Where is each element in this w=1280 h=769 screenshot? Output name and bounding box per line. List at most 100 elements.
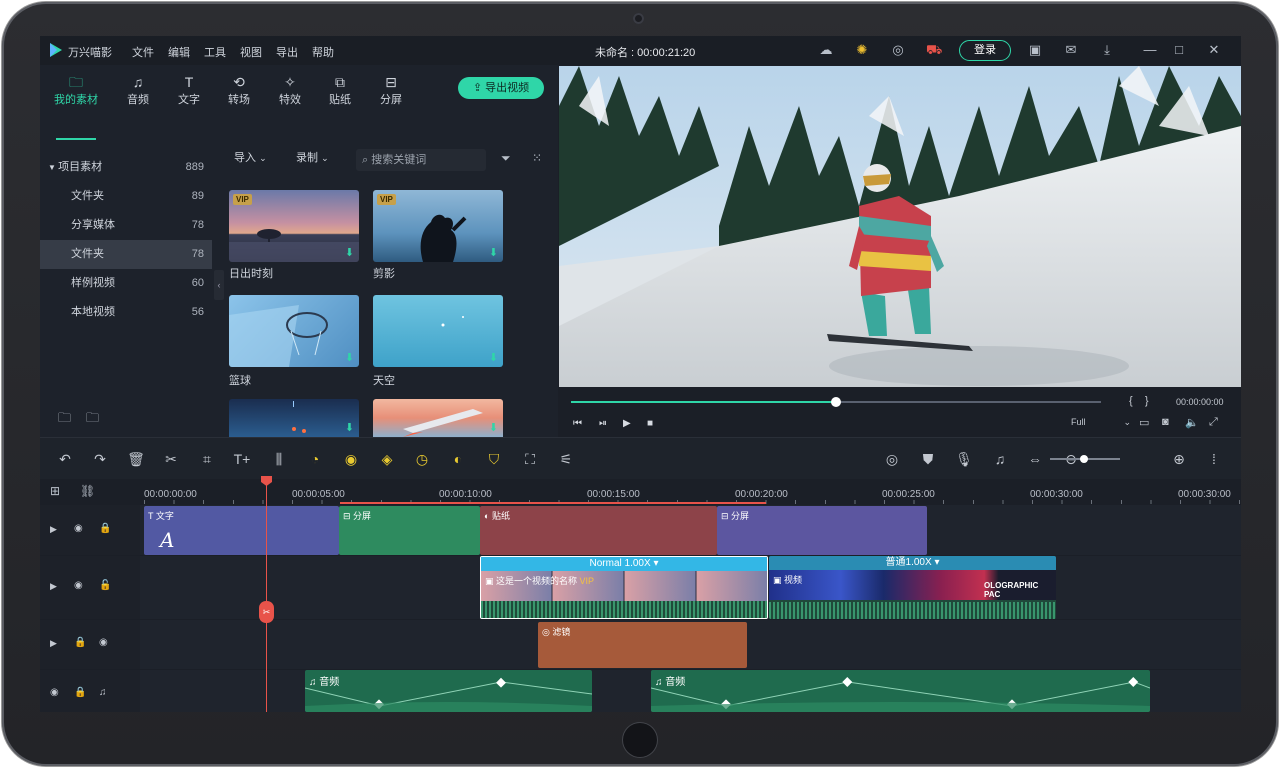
snapshot-icon[interactable]: ◙ — [1162, 416, 1169, 428]
collapse-panel-icon[interactable]: ‹ — [214, 270, 224, 300]
download-icon[interactable]: ⬇ — [489, 421, 498, 434]
media-thumb-sky[interactable]: ⬇ — [373, 295, 503, 367]
keyframe-icon[interactable]: ◈ — [378, 450, 396, 468]
track-video-icon[interactable]: ▶ — [50, 524, 57, 535]
export-video-button[interactable]: ⇪ 导出视频 — [458, 77, 544, 99]
audio-clip-1[interactable]: ♫ 音频 — [305, 670, 592, 712]
fullscreen-icon[interactable]: ⤢ — [1209, 416, 1218, 429]
mail-icon[interactable]: ✉ — [1063, 42, 1079, 58]
fit-timeline-icon[interactable]: ⇔ — [1026, 450, 1044, 468]
bulb-icon[interactable]: ✺ — [854, 42, 870, 58]
zoom-handle[interactable] — [1080, 455, 1088, 463]
download-icon[interactable]: ⤓ — [1099, 42, 1115, 58]
zoom-slider[interactable] — [1050, 455, 1120, 463]
sticker-clip[interactable]: ◐ 贴纸 — [480, 506, 717, 555]
menu-file[interactable]: 文件 — [132, 44, 154, 60]
record-dropdown[interactable]: 录制 ⌄ — [296, 149, 329, 171]
mosaic-icon[interactable]: ⛉ — [485, 450, 503, 468]
track-video-icon[interactable]: ▶ — [50, 638, 57, 649]
green-screen-icon[interactable]: ⛶ — [521, 450, 539, 468]
grid-view-icon[interactable]: ⁙ — [532, 151, 542, 165]
lock-icon[interactable]: 🔒 — [74, 687, 86, 698]
microphone-icon[interactable]: 🎙 — [955, 450, 973, 468]
audio-edit-icon[interactable]: ◉ — [342, 450, 360, 468]
track-music-icon[interactable]: ♫ — [99, 687, 107, 698]
quality-dropdown[interactable]: Full ⌄ — [1071, 417, 1131, 427]
split-scissors-icon[interactable]: ✂ — [259, 601, 274, 623]
speed-icon[interactable]: ◔ — [306, 450, 324, 468]
progress-handle[interactable] — [831, 397, 841, 407]
tree-root[interactable]: ▼ 项目素材 889 — [40, 153, 212, 182]
download-icon[interactable]: ⬇ — [345, 421, 354, 434]
save-icon[interactable]: ▣ — [1027, 42, 1043, 58]
tab-effects[interactable]: ✧ 特效 — [265, 73, 315, 107]
media-thumb-basketball[interactable]: ⬇ — [229, 295, 359, 367]
split-screen-clip-2[interactable]: ⊟ 分屏 — [717, 506, 927, 555]
progress-track[interactable] — [571, 397, 1101, 407]
lock-icon[interactable]: 🔒 — [99, 523, 111, 534]
eye-icon[interactable]: ◉ — [74, 580, 83, 591]
menu-help[interactable]: 帮助 — [312, 44, 334, 60]
tab-stickers[interactable]: ⧉ 贴纸 — [315, 73, 365, 107]
audio-split-icon[interactable]: ⫼ — [270, 450, 288, 468]
media-thumb-ocean[interactable]: ⬇ — [229, 399, 359, 437]
lock-icon[interactable]: 🔓 — [99, 580, 111, 591]
import-folder-icon[interactable]: 🗀 — [86, 409, 99, 431]
filter-clip[interactable]: ◎ 滤镜 — [538, 622, 747, 668]
tab-text[interactable]: T 文字 — [164, 73, 214, 107]
search-input[interactable]: ⌕ 搜索关键词 — [356, 149, 486, 171]
video-clip-1[interactable]: Normal 1.00X ▾ ▣ 这是一个视频的名称 VIP — [480, 556, 768, 619]
eye-icon[interactable]: ◉ — [50, 687, 59, 698]
adjust-icon[interactable]: ⚟ — [557, 450, 575, 468]
prev-frame-icon[interactable]: ⏮ — [573, 418, 582, 429]
track-video-icon[interactable]: ▶ — [50, 581, 57, 592]
play-slow-icon[interactable]: ⏯ — [599, 418, 607, 429]
stop-icon[interactable]: ■ — [647, 418, 653, 429]
video-preview[interactable] — [559, 66, 1241, 387]
download-icon[interactable]: ⬇ — [345, 246, 354, 259]
add-track-icon[interactable]: ⊞ — [50, 484, 60, 498]
menu-view[interactable]: 视图 — [240, 44, 262, 60]
menu-tools[interactable]: 工具 — [204, 44, 226, 60]
marker-icon[interactable]: ⛊ — [919, 450, 937, 468]
video-clip-2[interactable]: 普通1.00X ▾ ▣ 视频 OLOGRAPHIC PAC — [769, 556, 1056, 619]
display-icon[interactable]: ▭ — [1139, 416, 1149, 429]
add-text-icon[interactable]: T+ — [233, 450, 251, 468]
download-icon[interactable]: ⬇ — [489, 351, 498, 364]
undo-icon[interactable]: ↶ — [56, 450, 74, 468]
eye-icon[interactable]: ◉ — [99, 637, 108, 648]
redo-icon[interactable]: ↷ — [91, 450, 109, 468]
download-icon[interactable]: ⬇ — [345, 351, 354, 364]
download-icon[interactable]: ⬇ — [489, 246, 498, 259]
new-folder-icon[interactable]: 🗀 — [58, 409, 71, 431]
import-dropdown[interactable]: 导入 ⌄ — [234, 149, 267, 171]
lock-icon[interactable]: 🔒 — [74, 637, 86, 648]
cloud-icon[interactable]: ☁ — [818, 42, 834, 58]
close-icon[interactable]: ✕ — [1206, 42, 1222, 58]
more-icon[interactable]: ⁞ — [1205, 450, 1223, 468]
login-button[interactable]: 登录 — [959, 40, 1011, 61]
tree-item-shared-media[interactable]: 分享媒体 78 — [40, 211, 212, 240]
media-thumb-airplane[interactable]: ⬇ — [373, 399, 503, 437]
link-icon[interactable]: ⛓ — [80, 484, 95, 498]
tab-my-media[interactable]: 🗀 我的素材 — [51, 73, 101, 107]
tab-audio[interactable]: ♫ 音频 — [113, 73, 163, 107]
filter-icon[interactable]: ⏷ — [501, 151, 511, 166]
zoom-in-icon[interactable]: ⊕ — [1170, 450, 1188, 468]
minimize-icon[interactable]: — — [1142, 42, 1158, 58]
cut-icon[interactable]: ✂ — [162, 450, 180, 468]
render-icon[interactable]: ◎ — [883, 450, 901, 468]
play-icon[interactable]: ▶ — [623, 418, 631, 429]
tab-split-screen[interactable]: ⊟ 分屏 — [366, 73, 416, 107]
cart-icon[interactable]: ⛟ — [926, 42, 942, 58]
tree-item-local-videos[interactable]: 本地视频 56 — [40, 298, 212, 327]
tree-item-sample-videos[interactable]: 样例视频 60 — [40, 269, 212, 298]
tab-transition[interactable]: ⟲ 转场 — [214, 73, 264, 107]
menu-edit[interactable]: 编辑 — [168, 44, 190, 60]
tree-item-folder-selected[interactable]: 文件夹 78 — [40, 240, 212, 269]
duration-icon[interactable]: ◷ — [413, 450, 431, 468]
maximize-icon[interactable]: □ — [1171, 42, 1187, 58]
media-thumb-silhouette[interactable]: VIP ⬇ — [373, 190, 503, 262]
volume-icon[interactable]: 🔈 — [1185, 416, 1199, 429]
delete-icon[interactable]: 🗑 — [127, 450, 145, 468]
